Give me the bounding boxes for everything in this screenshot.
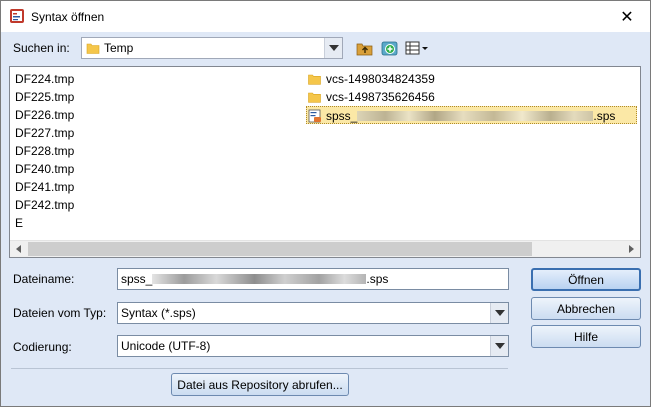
close-icon: ✕ — [620, 8, 634, 26]
list-item[interactable]: DF240.tmp — [13, 160, 74, 178]
dialog-body: Suchen in: Temp DF224.tmp DF225.tmp DF22… — [1, 32, 650, 406]
up-folder-button[interactable] — [355, 39, 375, 57]
new-folder-button[interactable] — [380, 39, 400, 57]
title-bar: Syntax öffnen ✕ — [1, 1, 650, 32]
encoding-dropdown[interactable]: Unicode (UTF-8) — [117, 335, 509, 357]
scroll-left-icon[interactable] — [10, 241, 27, 257]
chevron-down-icon[interactable] — [490, 336, 508, 356]
close-button[interactable]: ✕ — [604, 1, 650, 32]
encoding-label: Codierung: — [13, 340, 72, 354]
folder-icon — [308, 92, 321, 103]
folder-item[interactable]: vcs-1498735626456 — [308, 88, 435, 106]
list-item[interactable]: DF228.tmp — [13, 142, 74, 160]
cancel-button[interactable]: Abbrechen — [531, 297, 641, 320]
redacted-filename — [357, 111, 594, 121]
lookin-dropdown[interactable]: Temp — [81, 37, 343, 59]
folder-icon — [308, 74, 321, 85]
folder-item[interactable]: vcs-1498034824359 — [308, 70, 435, 88]
separator — [11, 368, 508, 369]
repository-button[interactable]: Datei aus Repository abrufen... — [171, 373, 349, 396]
horizontal-scrollbar[interactable] — [10, 240, 640, 257]
open-syntax-dialog: Syntax öffnen ✕ Suchen in: Temp DF224.tm… — [0, 0, 651, 407]
list-item[interactable]: DF242.tmp — [13, 196, 74, 214]
view-menu-icon — [405, 41, 428, 55]
list-item[interactable]: DF227.tmp — [13, 124, 74, 142]
filename-label: Dateiname: — [13, 272, 75, 286]
list-item[interactable]: DF226.tmp — [13, 106, 74, 124]
scroll-thumb[interactable] — [28, 242, 532, 256]
window-title: Syntax öffnen — [31, 10, 105, 24]
sps-file-icon — [308, 109, 321, 123]
scroll-right-icon[interactable] — [623, 241, 640, 257]
up-folder-icon — [356, 43, 373, 56]
list-item[interactable]: E — [13, 214, 23, 232]
folder-icon — [86, 43, 100, 54]
lookin-label: Suchen in: — [13, 41, 70, 55]
chevron-down-icon[interactable] — [324, 38, 342, 58]
view-menu-button[interactable] — [405, 39, 429, 57]
list-item[interactable]: DF224.tmp — [13, 70, 74, 88]
filetype-label: Dateien vom Typ: — [13, 306, 107, 320]
list-item[interactable]: DF225.tmp — [13, 88, 74, 106]
lookin-value: Temp — [104, 41, 134, 55]
redacted-filename — [152, 274, 367, 284]
selected-file-item[interactable]: spss_ .sps — [306, 106, 637, 124]
open-button[interactable]: Öffnen — [531, 268, 641, 291]
new-folder-icon — [381, 41, 398, 56]
file-list[interactable]: DF224.tmp DF225.tmp DF226.tmp DF227.tmp … — [9, 66, 641, 258]
list-item[interactable]: DF241.tmp — [13, 178, 74, 196]
chevron-down-icon[interactable] — [490, 303, 508, 323]
syntax-app-icon — [10, 9, 24, 23]
filetype-dropdown[interactable]: Syntax (*.sps) — [117, 302, 509, 324]
help-button[interactable]: Hilfe — [531, 325, 641, 348]
filename-input[interactable]: spss_ .sps — [117, 268, 509, 290]
